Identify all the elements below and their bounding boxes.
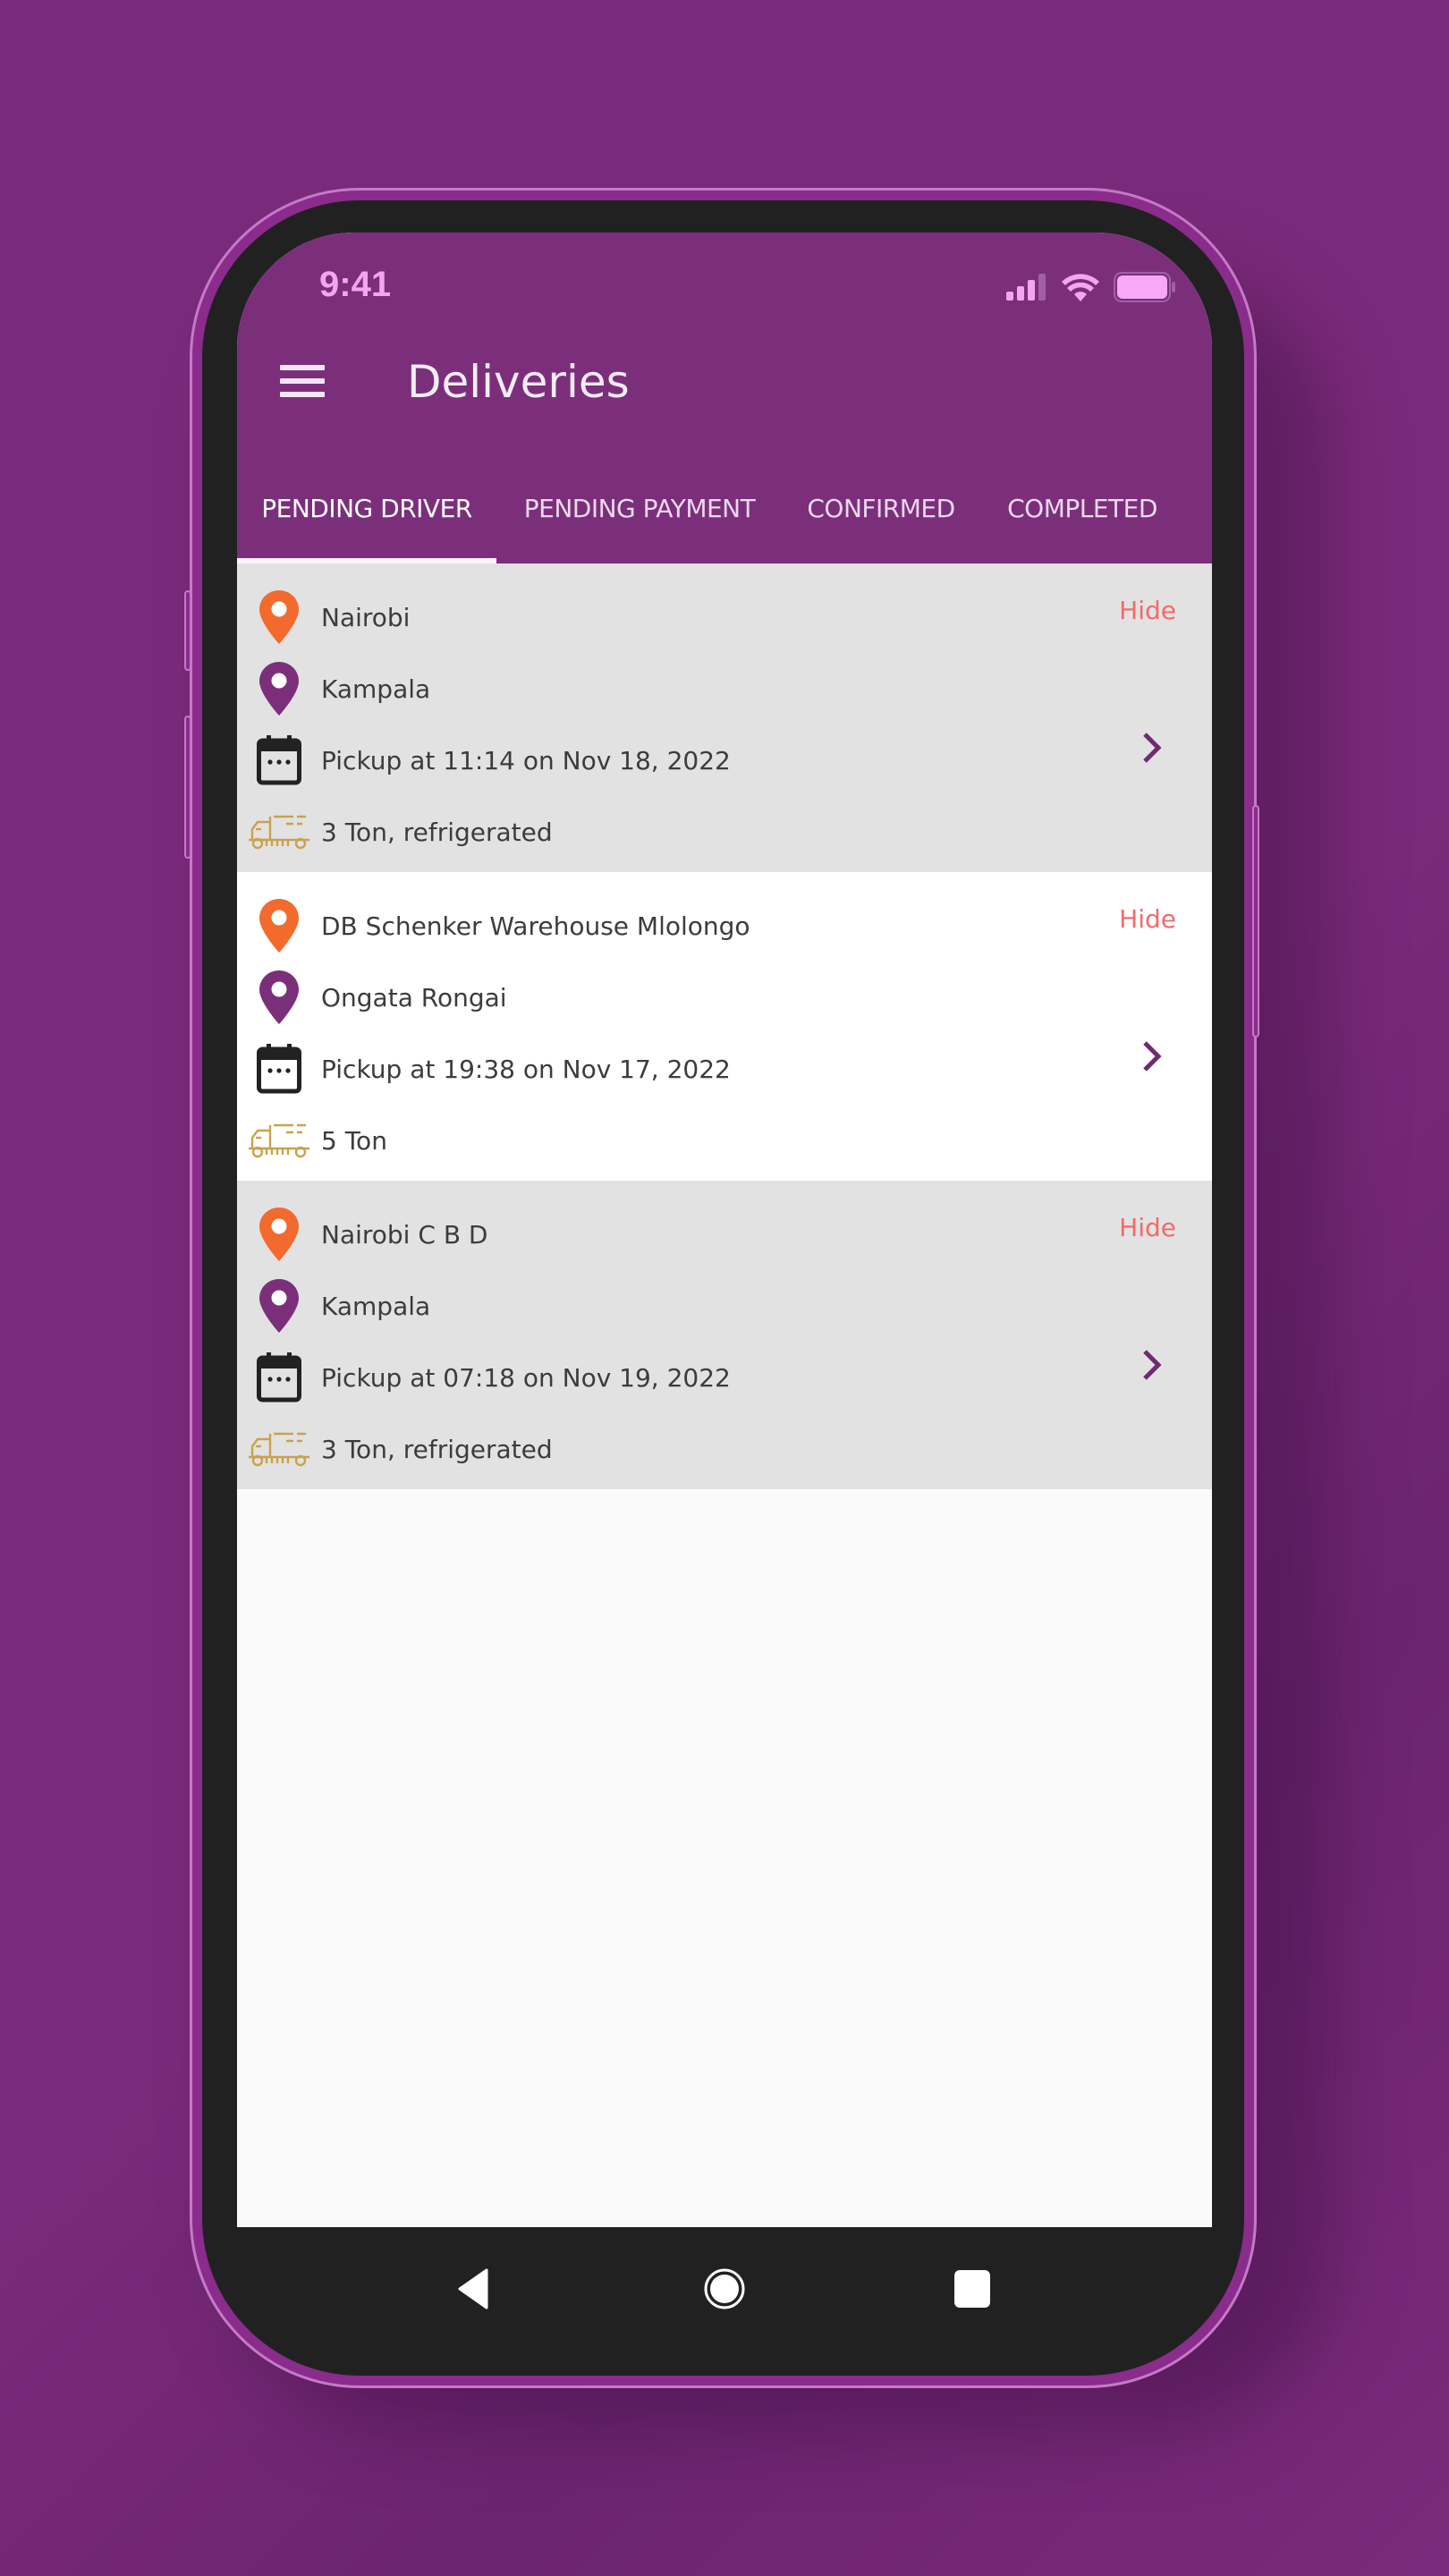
vehicle-text: 5 Ton (321, 1125, 387, 1156)
destination-row: Ongata Rongai (237, 970, 507, 1024)
chevron-right-icon[interactable] (1141, 1349, 1163, 1385)
hide-button[interactable]: Hide (1119, 596, 1176, 625)
origin-text: Nairobi (321, 602, 411, 632)
origin-row: DB Schenker Warehouse Mlolongo (237, 899, 750, 953)
app-screen: 9:41 Deliveries PENDING DRIVER PENDING P… (237, 233, 1212, 2227)
calendar-icon (237, 1352, 321, 1402)
vehicle-row: 5 Ton (237, 1114, 387, 1167)
tab-confirmed[interactable]: CONFIRMED (783, 483, 979, 564)
back-icon[interactable] (456, 2268, 490, 2313)
signal-icon (1006, 274, 1046, 301)
home-icon[interactable] (703, 2267, 746, 2314)
vehicle-row: 3 Ton, refrigerated (237, 805, 553, 859)
destination-row: Kampala (237, 662, 430, 716)
destination-pin-icon (237, 970, 321, 1024)
origin-pin-icon (237, 590, 321, 644)
page-title: Deliveries (407, 356, 630, 408)
status-time: 9:41 (319, 265, 392, 304)
system-nav-bar (237, 2227, 1212, 2352)
pickup-row: Pickup at 11:14 on Nov 18, 2022 (237, 733, 731, 787)
chevron-right-icon[interactable] (1141, 1040, 1163, 1076)
tab-bar: PENDING DRIVER PENDING PAYMENT CONFIRMED… (237, 483, 1212, 564)
phone-power-button (1252, 805, 1259, 1038)
app-bar: 9:41 Deliveries PENDING DRIVER PENDING P… (237, 233, 1212, 564)
recents-icon[interactable] (954, 2270, 990, 2311)
pickup-text: Pickup at 19:38 on Nov 17, 2022 (321, 1054, 731, 1084)
truck-icon (237, 1122, 321, 1159)
origin-pin-icon (237, 899, 321, 953)
status-icons (1006, 272, 1176, 302)
calendar-icon (237, 1044, 321, 1094)
tab-completed[interactable]: COMPLETED (979, 483, 1185, 564)
tab-pending-driver[interactable]: PENDING DRIVER (237, 483, 496, 564)
wifi-icon (1062, 274, 1099, 301)
pickup-text: Pickup at 11:14 on Nov 18, 2022 (321, 745, 731, 775)
battery-icon (1114, 272, 1175, 302)
origin-text: DB Schenker Warehouse Mlolongo (321, 911, 750, 941)
chevron-right-icon[interactable] (1141, 732, 1163, 767)
phone-side-button (184, 590, 191, 671)
vehicle-row: 3 Ton, refrigerated (237, 1422, 553, 1476)
pickup-row: Pickup at 07:18 on Nov 19, 2022 (237, 1351, 731, 1404)
phone-side-button (184, 716, 191, 859)
tab-pending-payment[interactable]: PENDING PAYMENT (496, 483, 783, 564)
delivery-card[interactable]: Nairobi C B D Hide Kampala Pickup at 07:… (237, 1181, 1212, 1489)
hamburger-menu-icon[interactable] (280, 365, 325, 404)
origin-pin-icon (237, 1208, 321, 1261)
truck-icon (237, 1430, 321, 1468)
calendar-icon (237, 735, 321, 785)
origin-row: Nairobi C B D (237, 1208, 487, 1261)
truck-icon (237, 813, 321, 851)
destination-pin-icon (237, 1279, 321, 1333)
destination-row: Kampala (237, 1279, 430, 1333)
destination-text: Ongata Rongai (321, 982, 507, 1013)
delivery-card[interactable]: DB Schenker Warehouse Mlolongo Hide Onga… (237, 872, 1212, 1181)
hide-button[interactable]: Hide (1119, 1213, 1176, 1242)
origin-text: Nairobi C B D (321, 1219, 488, 1250)
destination-pin-icon (237, 662, 321, 716)
destination-text: Kampala (321, 1291, 431, 1321)
hide-button[interactable]: Hide (1119, 904, 1176, 934)
delivery-list: Nairobi Hide Kampala Pickup at 11:14 on … (237, 564, 1212, 1489)
vehicle-text: 3 Ton, refrigerated (321, 817, 553, 847)
destination-text: Kampala (321, 674, 431, 704)
delivery-card[interactable]: Nairobi Hide Kampala Pickup at 11:14 on … (237, 564, 1212, 872)
pickup-text: Pickup at 07:18 on Nov 19, 2022 (321, 1362, 731, 1393)
origin-row: Nairobi (237, 590, 410, 644)
vehicle-text: 3 Ton, refrigerated (321, 1434, 553, 1464)
pickup-row: Pickup at 19:38 on Nov 17, 2022 (237, 1042, 731, 1096)
